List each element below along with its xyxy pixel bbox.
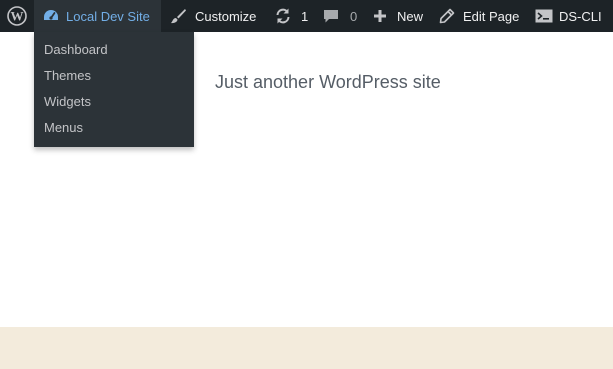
wordpress-logo-icon: W bbox=[7, 6, 27, 26]
updates-link[interactable]: 1 bbox=[274, 0, 308, 32]
updates-count: 1 bbox=[301, 8, 309, 24]
comments-link[interactable]: 0 bbox=[322, 0, 357, 32]
customize-label: Customize bbox=[195, 8, 257, 24]
plus-icon bbox=[372, 8, 388, 24]
dashboard-gauge-icon bbox=[42, 7, 60, 25]
edit-page-label: Edit Page bbox=[463, 8, 520, 24]
ds-cli-link[interactable]: DS-CLI bbox=[535, 0, 602, 32]
admin-bar: W Local Dev Site Customize 1 0 New Edit … bbox=[0, 0, 613, 32]
refresh-icon bbox=[274, 7, 292, 25]
svg-text:W: W bbox=[11, 9, 24, 24]
site-tagline: Just another WordPress site bbox=[215, 72, 441, 92]
site-name-menu[interactable]: Local Dev Site bbox=[34, 0, 161, 32]
edit-page-link[interactable]: Edit Page bbox=[439, 0, 519, 32]
menu-item-dashboard[interactable]: Dashboard bbox=[34, 37, 194, 63]
menu-item-themes[interactable]: Themes bbox=[34, 63, 194, 89]
new-label: New bbox=[397, 8, 424, 24]
menu-item-menus[interactable]: Menus bbox=[34, 115, 194, 141]
customize-link[interactable]: Customize bbox=[169, 0, 256, 32]
comments-count: 0 bbox=[350, 8, 358, 24]
terminal-icon bbox=[535, 8, 553, 24]
new-content-menu[interactable]: New bbox=[372, 0, 423, 32]
site-name-label: Local Dev Site bbox=[66, 8, 150, 24]
menu-item-widgets[interactable]: Widgets bbox=[34, 89, 194, 115]
wordpress-menu[interactable]: W bbox=[0, 0, 34, 32]
paintbrush-icon bbox=[169, 7, 187, 25]
ds-cli-label: DS-CLI bbox=[559, 8, 602, 24]
pencil-icon bbox=[439, 8, 455, 24]
site-name-dropdown: Dashboard Themes Widgets Menus bbox=[34, 32, 194, 147]
speech-bubble-icon bbox=[322, 7, 340, 25]
footer-band bbox=[0, 327, 613, 369]
